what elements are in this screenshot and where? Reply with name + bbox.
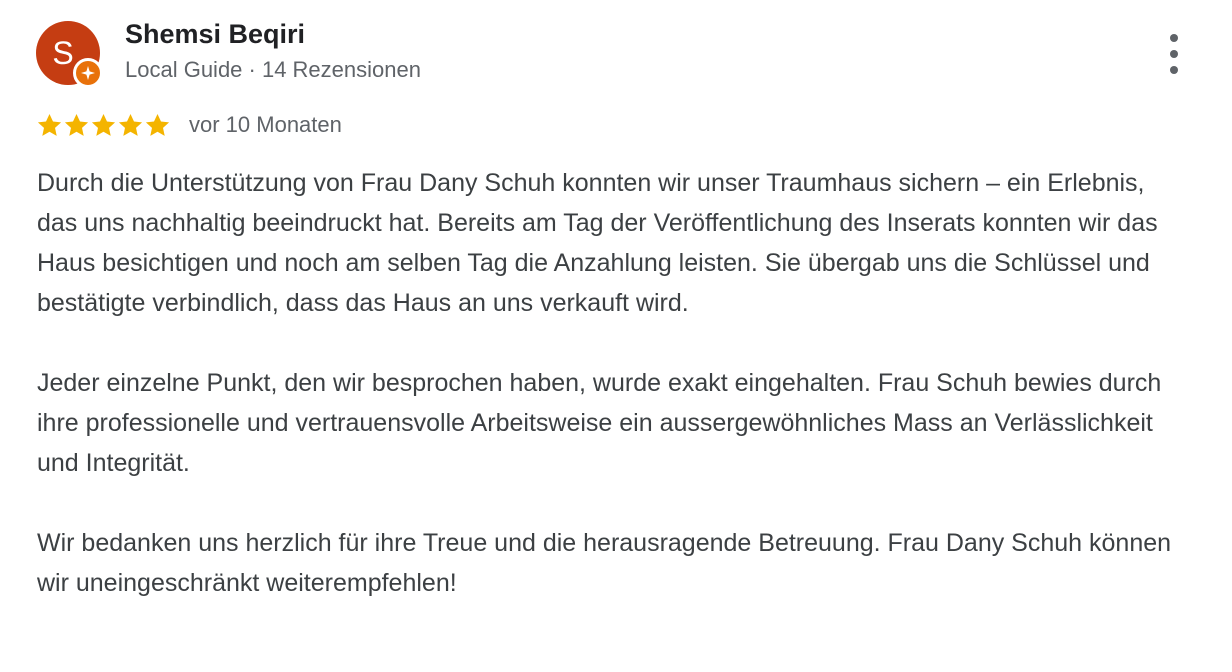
review-date: vor 10 Monaten <box>189 112 342 137</box>
reviewer-meta: Local Guide · 14 Rezensionen <box>125 57 421 82</box>
star-icon <box>118 113 143 136</box>
reviewer-name[interactable]: Shemsi Beqiri <box>125 19 305 50</box>
star-icon <box>91 113 116 136</box>
star-rating <box>36 112 171 139</box>
rating-row: vor 10 Monaten <box>36 109 342 141</box>
review-text: Durch die Unterstützung von Frau Dany Sc… <box>37 163 1187 603</box>
review-paragraph: Wir bedanken uns herzlich für ihre Treue… <box>37 529 1172 597</box>
review-paragraph: Durch die Unterstützung von Frau Dany Sc… <box>37 169 1158 317</box>
avatar-letter: S <box>52 35 74 71</box>
star-icon <box>145 113 170 136</box>
review-paragraph: Jeder einzelne Punkt, den wir besprochen… <box>37 369 1162 477</box>
star-icon <box>64 113 89 136</box>
more-options-button[interactable] <box>1157 34 1191 74</box>
star-icon <box>37 113 62 136</box>
sparkle-icon <box>81 66 95 80</box>
more-vertical-icon <box>1170 34 1178 42</box>
more-vertical-icon <box>1170 66 1178 74</box>
more-vertical-icon <box>1170 50 1178 58</box>
review-card: S Shemsi Beqiri Local Guide · 14 Rezensi… <box>0 0 1232 672</box>
local-guide-badge-icon <box>73 58 103 88</box>
